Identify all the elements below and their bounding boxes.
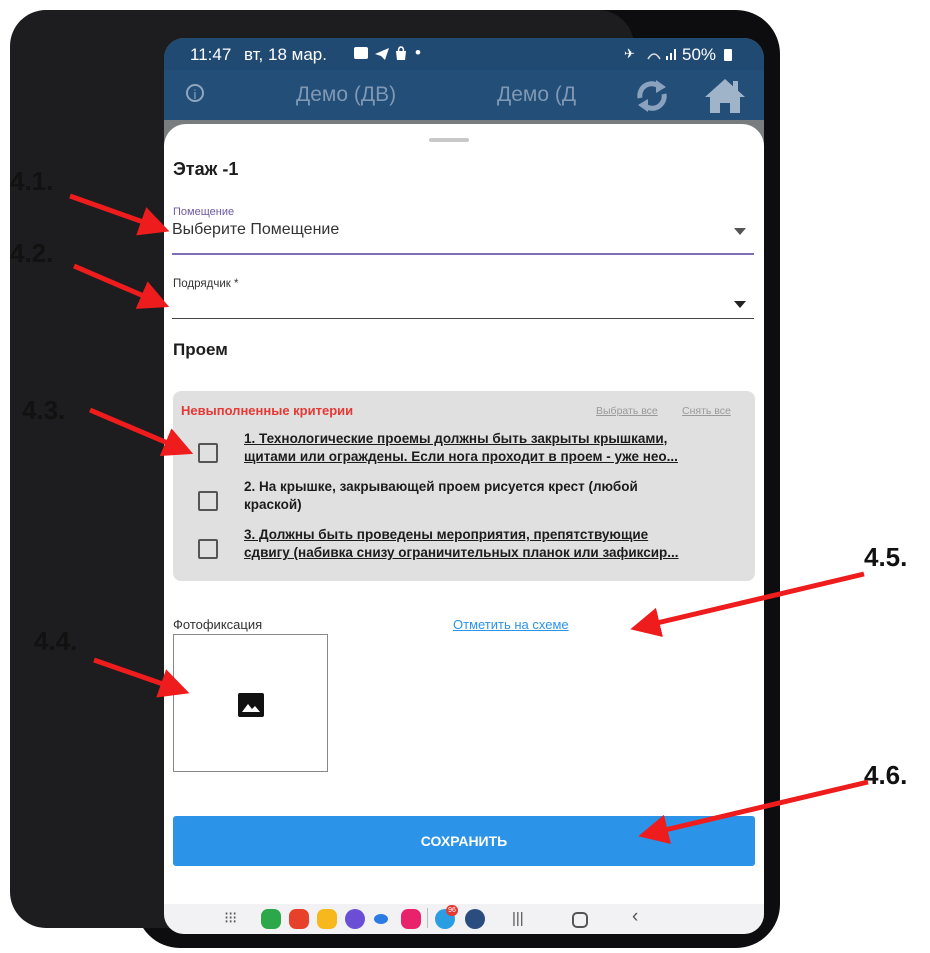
arrow-4-1: [69, 193, 170, 236]
annotation-arrows: [69, 193, 869, 844]
arrow-4-4: [93, 657, 190, 698]
arrow-4-5: [630, 571, 865, 637]
arrow-4-3: [89, 407, 194, 456]
arrow-4-6: [638, 779, 869, 844]
arrow-4-2: [73, 263, 170, 309]
